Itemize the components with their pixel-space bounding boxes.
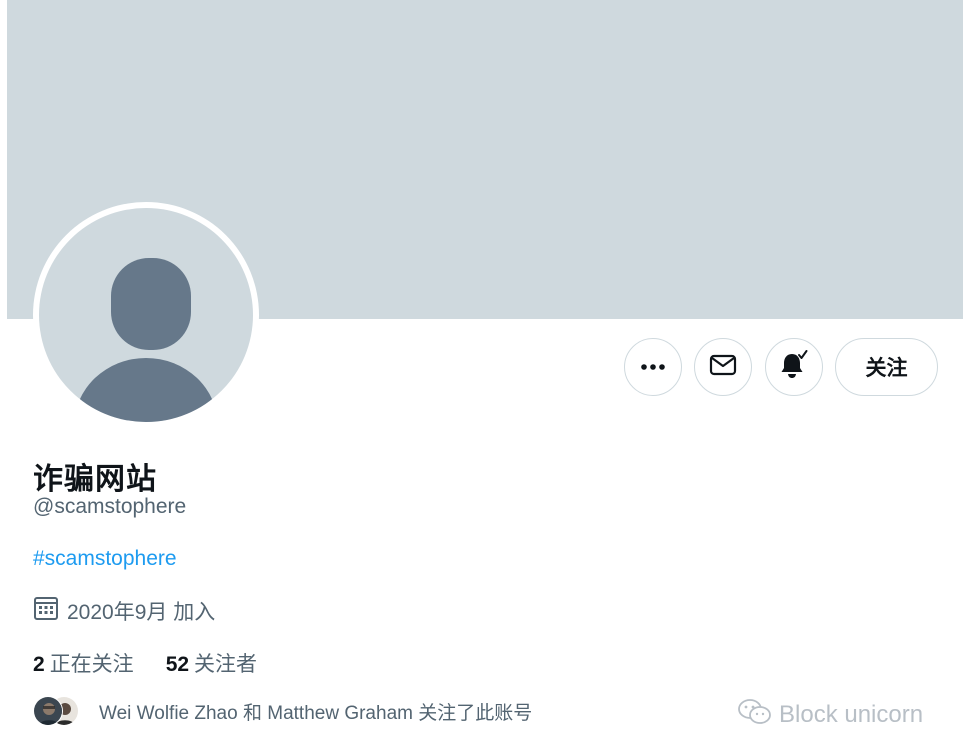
more-button[interactable] <box>624 338 682 396</box>
watermark-text: Block unicorn <box>779 701 924 728</box>
followers-label: 关注者 <box>194 653 258 676</box>
watermark: Block unicorn <box>737 698 924 733</box>
envelope-icon <box>709 353 737 382</box>
following-count: 2 <box>33 653 45 676</box>
following-link[interactable]: 2 正在关注 <box>33 648 134 678</box>
followers-count: 52 <box>165 653 190 676</box>
joined-date-text: 2020年9月 加入 <box>67 601 216 624</box>
followers-you-know[interactable]: Wei Wolfie Zhao 和 Matthew Graham 关注了此账号 <box>33 694 532 728</box>
bell-check-icon <box>778 349 810 386</box>
joined-date: 2020年9月 加入 <box>33 597 215 625</box>
default-avatar-icon <box>39 208 253 422</box>
follow-stats: 2 正在关注 52 关注者 <box>33 648 257 678</box>
calendar-icon <box>33 595 59 627</box>
message-button[interactable] <box>694 338 752 396</box>
display-name: 诈骗网站 <box>33 463 157 496</box>
wechat-icon <box>737 698 773 733</box>
follower-avatar <box>33 696 63 726</box>
page-edge <box>0 0 7 755</box>
follow-button[interactable]: 关注 <box>835 338 938 396</box>
profile-avatar[interactable] <box>33 202 259 428</box>
following-label: 正在关注 <box>49 653 134 676</box>
profile-handle: @scamstophere <box>33 495 187 518</box>
notification-button[interactable] <box>765 338 823 396</box>
more-horizontal-icon <box>640 358 666 376</box>
bio-hashtag-link[interactable]: #scamstophere <box>33 547 177 571</box>
followers-link[interactable]: 52 关注者 <box>166 648 257 678</box>
followed-by-text: Wei Wolfie Zhao 和 Matthew Graham 关注了此账号 <box>99 702 533 724</box>
